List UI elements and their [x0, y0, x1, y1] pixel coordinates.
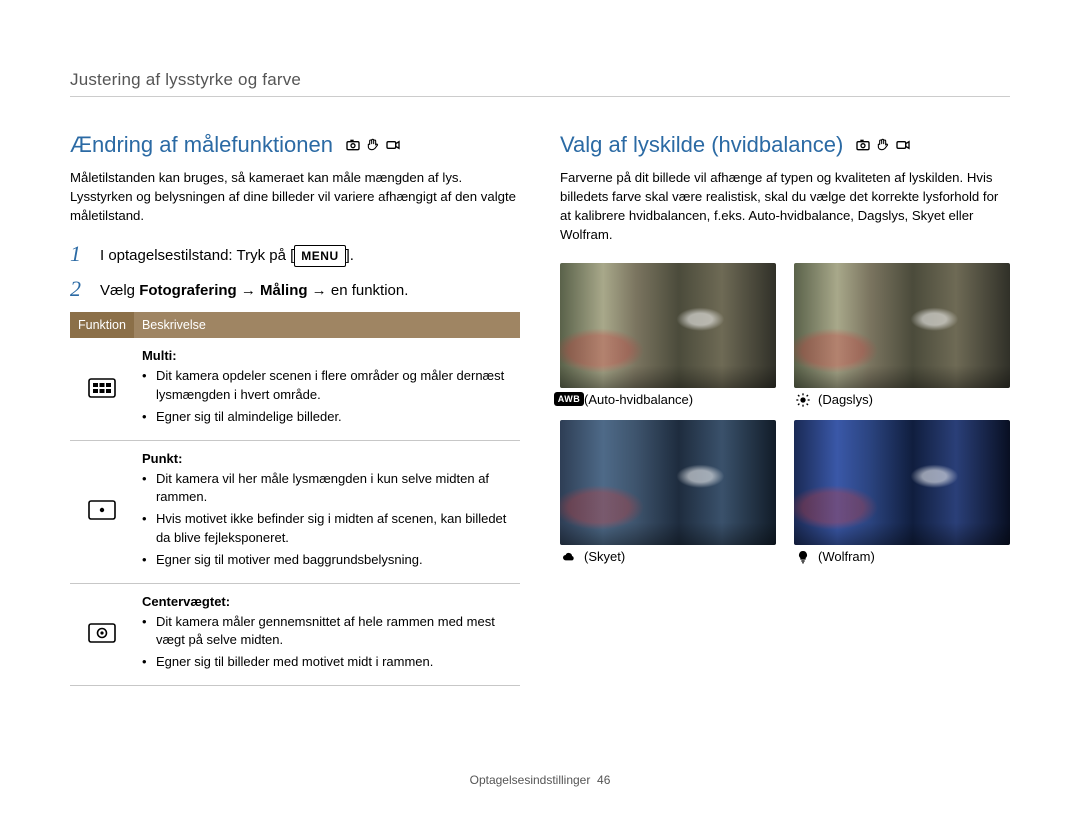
right-intro: Farverne på dit billede vil afhænge af t… — [560, 168, 1010, 245]
step-1: 1 I optagelsestilstand: Tryk på [MENU]. — [70, 243, 520, 268]
wb-sample-awb: AWB (Auto-hvidbalance) — [560, 263, 776, 408]
multi-metering-icon — [88, 378, 116, 398]
step1-prefix: I optagelsestilstand: Tryk på [ — [100, 247, 294, 264]
center-metering-icon — [88, 623, 116, 643]
menu-button-label: MENU — [294, 245, 345, 267]
mode-icons-left — [345, 137, 401, 153]
th-description: Beskrivelse — [134, 312, 520, 338]
step2-bold: Fotografering → Måling — [139, 282, 307, 299]
row-bullet: Egner sig til billeder med motivet midt … — [142, 653, 512, 671]
step-1-number: 1 — [70, 243, 90, 265]
step2-suffix: → en funktion. — [308, 282, 409, 299]
camera-icon — [855, 137, 871, 153]
breadcrumb: Justering af lysstyrke og farve — [70, 70, 1010, 97]
camera-icon — [345, 137, 361, 153]
metering-table: Funktion Beskrivelse Multi: Dit kamera o… — [70, 312, 520, 686]
sun-icon — [794, 392, 812, 408]
wb-label: (Skyet) — [584, 549, 625, 564]
wb-photo — [794, 420, 1010, 545]
video-icon — [895, 137, 911, 153]
hand-icon — [365, 137, 381, 153]
left-title: Ændring af målefunktionen — [70, 132, 333, 158]
th-function: Funktion — [70, 312, 134, 338]
footer-section: Optagelsesindstillinger — [470, 773, 591, 787]
wb-sample-tungsten: (Wolfram) — [794, 420, 1010, 565]
step1-suffix: ]. — [346, 247, 354, 264]
wb-photo — [560, 420, 776, 545]
wb-label: (Wolfram) — [818, 549, 875, 564]
wb-label: (Auto-hvidbalance) — [584, 392, 693, 407]
row-bullet: Hvis motivet ikke befinder sig i midten … — [142, 510, 512, 546]
wb-grid: AWB (Auto-hvidbalance) (Dagslys) — [560, 263, 1010, 565]
row-bullet: Dit kamera vil her måle lysmængden i kun… — [142, 470, 512, 506]
right-title: Valg af lyskilde (hvidbalance) — [560, 132, 843, 158]
step-2: 2 Vælg Fotografering → Måling → en funkt… — [70, 278, 520, 303]
mode-icons-right — [855, 137, 911, 153]
left-intro: Måletilstanden kan bruges, så kameraet k… — [70, 168, 520, 225]
wb-photo — [794, 263, 1010, 388]
right-title-row: Valg af lyskilde (hvidbalance) — [560, 132, 1010, 158]
row-bullet: Egner sig til motiver med baggrundsbelys… — [142, 551, 512, 569]
row-name: Multi: — [142, 348, 512, 363]
cloud-icon — [560, 549, 578, 565]
spot-metering-icon — [88, 500, 116, 520]
awb-icon: AWB — [560, 392, 578, 406]
table-row: Punkt: Dit kamera vil her måle lysmængde… — [70, 440, 520, 583]
row-bullet: Egner sig til almindelige billeder. — [142, 408, 512, 426]
video-icon — [385, 137, 401, 153]
table-row: Centervægtet: Dit kamera måler gennemsni… — [70, 583, 520, 686]
wb-label: (Dagslys) — [818, 392, 873, 407]
page-footer: Optagelsesindstillinger 46 — [0, 773, 1080, 787]
table-row: Multi: Dit kamera opdeler scenen i flere… — [70, 338, 520, 440]
left-title-row: Ændring af målefunktionen — [70, 132, 520, 158]
hand-icon — [875, 137, 891, 153]
wb-sample-daylight: (Dagslys) — [794, 263, 1010, 408]
row-bullet: Dit kamera måler gennemsnittet af hele r… — [142, 613, 512, 649]
right-column: Valg af lyskilde (hvidbalance) Farverne … — [560, 132, 1010, 686]
wb-photo — [560, 263, 776, 388]
row-name: Centervægtet: — [142, 594, 512, 609]
bulb-icon — [794, 549, 812, 565]
left-column: Ændring af målefunktionen Måletilstanden… — [70, 132, 520, 686]
footer-page: 46 — [597, 773, 610, 787]
step2-prefix: Vælg — [100, 282, 139, 299]
wb-sample-cloudy: (Skyet) — [560, 420, 776, 565]
row-bullet: Dit kamera opdeler scenen i flere område… — [142, 367, 512, 403]
step-2-number: 2 — [70, 278, 90, 300]
row-name: Punkt: — [142, 451, 512, 466]
